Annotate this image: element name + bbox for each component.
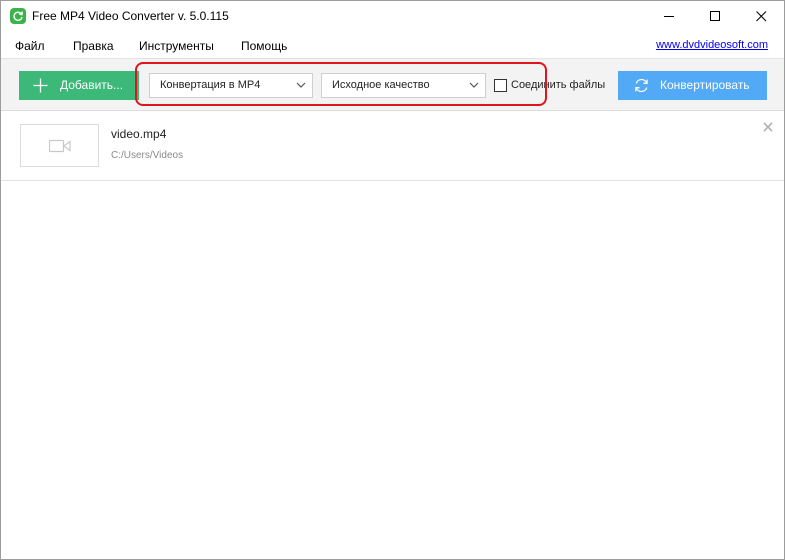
website-link[interactable]: www.dvdvideosoft.com xyxy=(656,39,768,51)
menu-help[interactable]: Помощь xyxy=(241,39,287,53)
toolbar: Добавить... Конвертация в MP4 Исходное к… xyxy=(1,58,784,111)
maximize-button[interactable] xyxy=(692,1,738,32)
chevron-down-icon xyxy=(296,82,306,88)
minimize-button[interactable] xyxy=(646,1,692,32)
quality-select[interactable]: Исходное качество xyxy=(321,73,486,98)
close-window-button[interactable] xyxy=(738,1,784,32)
file-list-item[interactable]: video.mp4 C:/Users/Videos xyxy=(1,112,784,181)
merge-files-label[interactable]: Соединить файлы xyxy=(511,79,605,91)
close-icon xyxy=(755,11,766,22)
app-window: Free MP4 Video Converter v. 5.0.115 Файл… xyxy=(0,0,785,560)
add-files-label: Добавить... xyxy=(60,78,124,92)
merge-files-checkbox[interactable] xyxy=(494,79,507,92)
format-select[interactable]: Конвертация в MP4 xyxy=(149,73,313,98)
menu-file[interactable]: Файл xyxy=(15,39,45,53)
quality-select-value: Исходное качество xyxy=(332,79,430,91)
menu-edit[interactable]: Правка xyxy=(73,39,114,53)
convert-button[interactable]: Конвертировать xyxy=(618,71,767,100)
menu-tools[interactable]: Инструменты xyxy=(139,39,214,53)
menu-bar: Файл Правка Инструменты Помощь www.dvdvi… xyxy=(1,32,784,58)
plus-icon xyxy=(33,78,48,93)
file-path: C:/Users/Videos xyxy=(111,150,184,161)
file-name: video.mp4 xyxy=(111,127,167,141)
add-files-button[interactable]: Добавить... xyxy=(19,71,139,100)
window-title: Free MP4 Video Converter v. 5.0.115 xyxy=(32,9,229,23)
remove-file-close-icon[interactable] xyxy=(762,121,774,133)
minimize-icon xyxy=(663,16,674,17)
title-bar: Free MP4 Video Converter v. 5.0.115 xyxy=(1,1,784,32)
format-select-value: Конвертация в MP4 xyxy=(160,79,261,91)
video-thumbnail xyxy=(20,124,99,167)
chevron-down-icon xyxy=(469,82,479,88)
convert-label: Конвертировать xyxy=(660,78,750,92)
refresh-icon xyxy=(635,78,648,93)
video-camera-icon xyxy=(49,139,71,153)
maximize-icon xyxy=(709,11,720,21)
app-refresh-icon xyxy=(10,8,26,24)
